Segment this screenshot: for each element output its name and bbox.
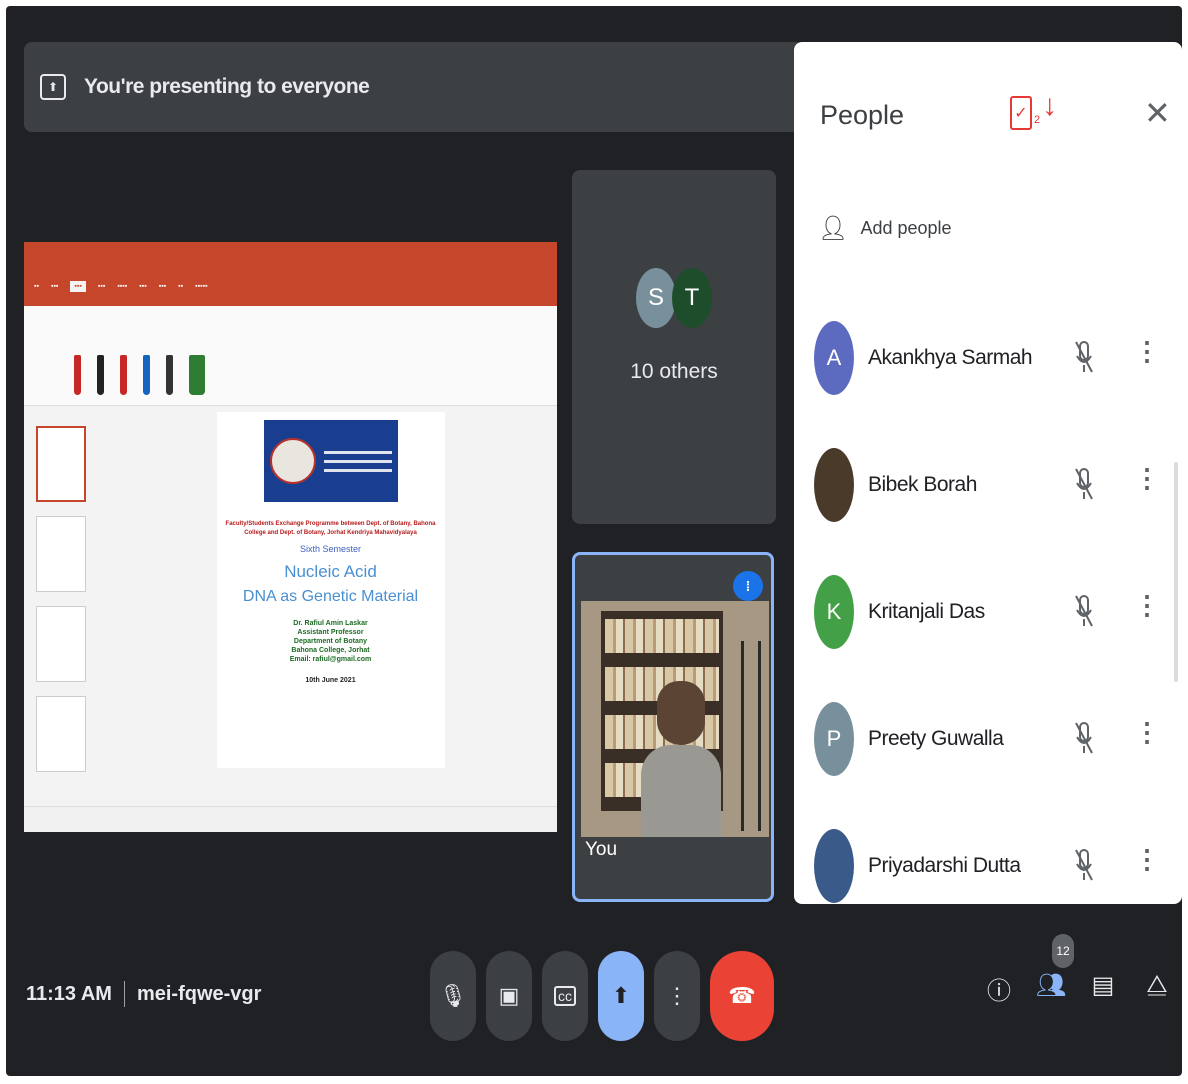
- present-button[interactable]: ⬆: [598, 951, 644, 1041]
- avatar: P: [814, 701, 854, 776]
- participant-name: Akankhya Sarmah: [868, 345, 1033, 369]
- participant-name: Preety Guwalla: [868, 726, 1004, 750]
- add-people-label: Add people: [860, 218, 952, 238]
- ppt-menu: ▪▪ ▪▪▪ ▪▪▪ ▪▪▪ ▪▪▪▪ ▪▪▪ ▪▪▪ ▪▪ ▪▪▪▪▪: [24, 266, 557, 306]
- author-line: Department of Botany: [293, 638, 368, 645]
- close-icon[interactable]: ✕: [1144, 94, 1171, 132]
- self-label: You: [585, 839, 618, 860]
- add-people-button[interactable]: 👤︎ Add people: [818, 214, 952, 243]
- add-person-icon: 👤︎: [818, 215, 849, 242]
- more-vert-icon: ⋮: [666, 983, 688, 1008]
- author-line: Bahona College, Jorhat: [291, 647, 370, 654]
- more-options-icon[interactable]: ⋮: [1134, 590, 1160, 621]
- participant-name: Bibek Borah: [868, 472, 977, 496]
- panel-scrollbar[interactable]: [1174, 462, 1178, 682]
- others-tile[interactable]: S T 10 others: [572, 170, 776, 524]
- meet-window: ⬆ You're presenting to everyone ▪▪ ▪▪▪ ▪▪▪…: [6, 6, 1182, 1076]
- participant-list: A Akankhya Sarmah ⋮ Bibek Borah ⋮ K Krit…: [814, 294, 1174, 929]
- current-time: 11:13 AM: [26, 982, 112, 1005]
- slide-author-block: Dr. Rafiul Amin Laskar Assistant Profess…: [290, 620, 372, 663]
- meeting-code: mei-fqwe-vgr: [136, 982, 262, 1005]
- leave-call-button[interactable]: ☎︎: [710, 951, 774, 1041]
- mic-off-icon[interactable]: [1074, 465, 1094, 503]
- camera-icon: ▣: [498, 983, 520, 1008]
- ppt-statusbar: [24, 806, 557, 832]
- speaking-indicator-icon: ⁞: [733, 571, 763, 601]
- more-options-icon[interactable]: ⋮: [1134, 463, 1160, 494]
- slide-subheading: DNA as Genetic Material: [242, 588, 419, 605]
- avatar: K: [814, 574, 854, 649]
- author-line: Email: rafiul@gmail.com: [289, 656, 372, 663]
- arrow-down-icon: ↓: [1042, 89, 1058, 122]
- people-count-badge: 12: [1052, 934, 1074, 968]
- college-logo: [263, 420, 398, 502]
- activities-button[interactable]: ⧋: [1142, 971, 1172, 999]
- mic-off-icon[interactable]: [1074, 592, 1094, 630]
- avatar: S: [636, 268, 676, 328]
- meeting-info: 11:13 AM mei-fqwe-vgr: [26, 981, 261, 1007]
- author-line: Dr. Rafiul Amin Laskar: [293, 620, 368, 627]
- others-label: 10 others: [630, 360, 718, 383]
- participant-name: Kritanjali Das: [868, 599, 985, 623]
- participant-name: Priyadarshi Dutta: [868, 853, 1021, 877]
- microphone-button[interactable]: 🎙︎: [430, 951, 476, 1041]
- participant-row[interactable]: P Preety Guwalla ⋮: [814, 675, 1174, 802]
- camera-button[interactable]: ▣: [486, 951, 532, 1041]
- participant-row[interactable]: K Kritanjali Das ⋮: [814, 548, 1174, 675]
- checkbox-icon: ✓: [1010, 96, 1032, 130]
- slide-heading: Nucleic Acid: [284, 562, 377, 581]
- slide-page: Faculty/Students Exchange Programme betw…: [216, 412, 445, 768]
- meeting-details-button[interactable]: ⓘ: [984, 971, 1014, 1006]
- ppt-titlebar: [24, 242, 557, 266]
- participant-row[interactable]: Bibek Borah ⋮: [814, 421, 1174, 548]
- presented-screen: ▪▪ ▪▪▪ ▪▪▪ ▪▪▪ ▪▪▪▪ ▪▪▪ ▪▪▪ ▪▪ ▪▪▪▪▪ Fac…: [24, 242, 557, 832]
- slide-thumbnail: [36, 606, 86, 682]
- captions-button[interactable]: cc: [542, 951, 588, 1041]
- people-panel: People ✓ 2 ↓ ✕ 👤︎ Add people A Akankhya …: [794, 42, 1182, 904]
- mic-off-icon[interactable]: [1074, 338, 1094, 376]
- more-options-button[interactable]: ⋮: [654, 951, 700, 1041]
- more-options-icon[interactable]: ⋮: [1134, 844, 1160, 875]
- ppt-ribbon: [24, 306, 557, 406]
- slide-date: 10th June 2021: [305, 677, 356, 684]
- panel-title: People: [820, 100, 905, 130]
- present-screen-icon: ⬆: [611, 983, 631, 1008]
- banner-text: You're presenting to everyone: [84, 75, 370, 98]
- annotation-number: 2: [1034, 114, 1041, 126]
- microphone-icon: 🎙︎: [439, 983, 467, 1008]
- self-video: [581, 601, 769, 837]
- participant-row[interactable]: A Akankhya Sarmah ⋮: [814, 294, 1174, 421]
- annotation-mark: ✓ 2 ↓: [1010, 89, 1057, 130]
- info-icon: ⓘ: [987, 978, 1011, 1005]
- chat-button[interactable]: ▤: [1088, 971, 1118, 1000]
- avatar: [814, 447, 854, 522]
- presenting-banner: ⬆ You're presenting to everyone: [24, 42, 804, 132]
- author-line: Assistant Professor: [297, 629, 364, 636]
- people-button[interactable]: 👥︎: [1036, 971, 1066, 1000]
- mic-off-icon[interactable]: [1074, 846, 1094, 884]
- more-options-icon[interactable]: ⋮: [1134, 717, 1160, 748]
- slide-thumbnail: [36, 426, 86, 502]
- people-icon: 👥︎: [1035, 972, 1067, 999]
- participant-row[interactable]: Priyadarshi Dutta ⋮: [814, 802, 1174, 929]
- self-video-tile[interactable]: ⁞ You: [572, 552, 774, 902]
- present-screen-icon: ⬆: [40, 74, 66, 100]
- avatar: [814, 828, 854, 903]
- mic-off-icon[interactable]: [1074, 719, 1094, 757]
- slide-thumbnail: [36, 696, 86, 772]
- slide-thumbnail: [36, 516, 86, 592]
- slide-semester: Sixth Semester: [299, 544, 362, 554]
- chat-icon: ▤: [1091, 972, 1115, 999]
- slide-thumbnails: [24, 406, 104, 806]
- avatar: T: [672, 268, 712, 328]
- captions-icon: cc: [554, 986, 576, 1006]
- activities-icon: ⧋: [1146, 971, 1168, 998]
- avatar: A: [814, 320, 854, 395]
- hang-up-icon: ☎︎: [728, 983, 756, 1008]
- more-options-icon[interactable]: ⋮: [1134, 336, 1160, 367]
- slide-red-text: Faculty/Students Exchange Programme betw…: [225, 521, 436, 536]
